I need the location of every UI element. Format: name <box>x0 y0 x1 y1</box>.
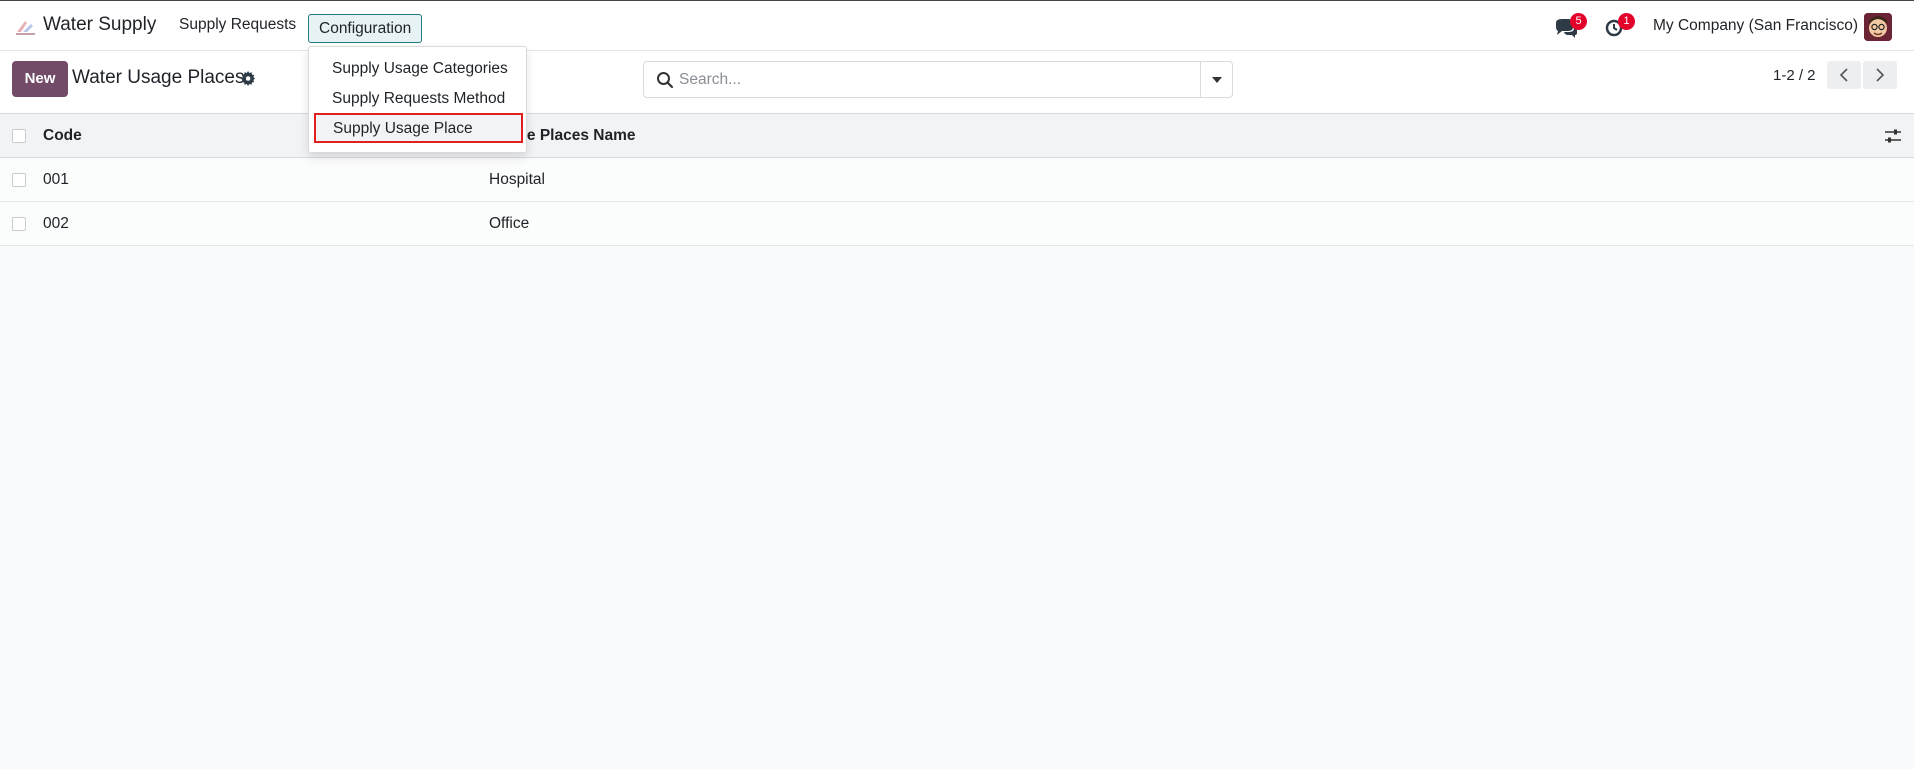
pager-previous-button[interactable] <box>1827 61 1861 89</box>
messages-badge: 5 <box>1570 13 1587 30</box>
cell-name[interactable]: Hospital <box>489 171 545 189</box>
app-logo-icon[interactable] <box>15 18 37 36</box>
activity-badge: 1 <box>1618 13 1635 30</box>
cell-code[interactable]: 002 <box>43 215 69 233</box>
menu-item-supply-requests-method[interactable]: Supply Requests Method <box>332 90 505 108</box>
search-icon <box>656 71 674 89</box>
pager-value[interactable]: 1-2 / 2 <box>1773 67 1816 84</box>
row-checkbox[interactable] <box>12 173 26 187</box>
app-name[interactable]: Water Supply <box>43 14 156 36</box>
search-input[interactable] <box>679 63 1179 96</box>
caret-down-icon <box>1212 77 1222 83</box>
company-switcher[interactable]: My Company (San Francisco) <box>1653 17 1858 35</box>
list-table: Code Usage Places Name 001 Hospital 002 … <box>0 114 1914 246</box>
configuration-dropdown: Supply Usage Categories Supply Requests … <box>308 46 527 153</box>
pager-next-button[interactable] <box>1863 61 1897 89</box>
menu-configuration[interactable]: Configuration <box>308 14 423 43</box>
control-panel: New Water Usage Places 1-2 / 2 <box>0 51 1914 114</box>
column-settings-icon[interactable] <box>1884 128 1902 144</box>
chevron-left-icon <box>1839 68 1848 82</box>
table-row[interactable]: 002 Office <box>0 202 1914 246</box>
search-options-toggle[interactable] <box>1200 62 1232 97</box>
cell-name[interactable]: Office <box>489 215 529 233</box>
header-code[interactable]: Code <box>43 127 82 145</box>
menu-item-supply-usage-categories[interactable]: Supply Usage Categories <box>332 60 508 78</box>
menu-item-supply-usage-place[interactable]: Supply Usage Place <box>314 113 523 143</box>
cell-code[interactable]: 001 <box>43 171 69 189</box>
search-bar <box>643 61 1233 98</box>
page-title: Water Usage Places <box>72 67 245 88</box>
top-navbar: Water Supply Supply Requests Configurati… <box>0 0 1914 51</box>
row-checkbox[interactable] <box>12 217 26 231</box>
gear-icon[interactable] <box>241 71 256 86</box>
new-button[interactable]: New <box>12 61 68 97</box>
table-header: Code Usage Places Name <box>0 114 1914 158</box>
menu-supply-requests[interactable]: Supply Requests <box>179 16 296 34</box>
table-row[interactable]: 001 Hospital <box>0 158 1914 202</box>
chevron-right-icon <box>1876 68 1885 82</box>
select-all-checkbox[interactable] <box>12 129 26 143</box>
user-avatar[interactable] <box>1864 13 1892 41</box>
